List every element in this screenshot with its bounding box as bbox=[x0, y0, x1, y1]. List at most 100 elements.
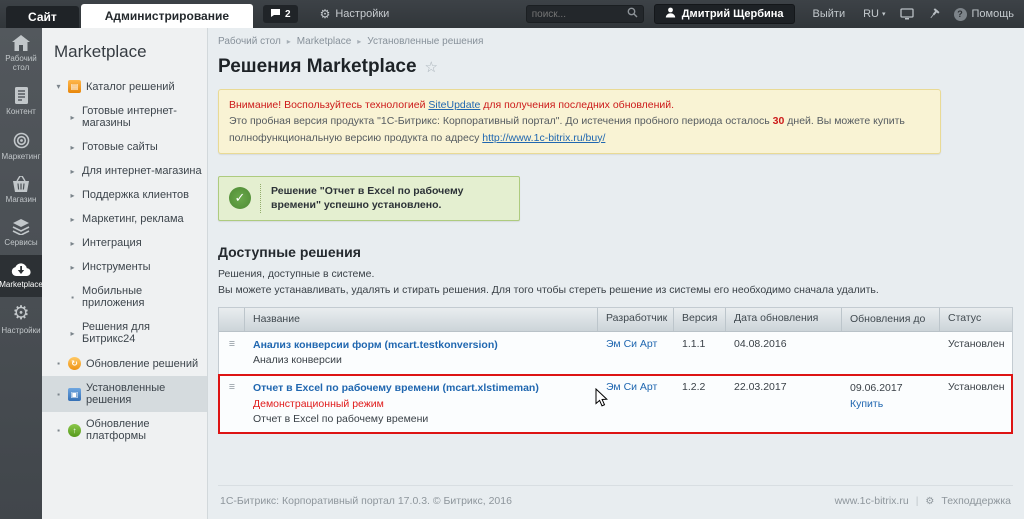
desktop-view-button[interactable] bbox=[899, 8, 914, 20]
basket-icon bbox=[13, 175, 29, 192]
section-description-line2: Вы можете устанавливать, удалять и стира… bbox=[218, 283, 879, 296]
sidebar-item-ready-shops[interactable]: ▸ Готовые интернет-магазины bbox=[42, 99, 207, 135]
sidebar-item-tools[interactable]: ▸ Инструменты bbox=[42, 255, 207, 279]
version-cell: 1.2.2 bbox=[682, 381, 706, 394]
sidebar-item-installed-solutions[interactable]: ▪ ▣ Установленные решения bbox=[42, 376, 207, 412]
sidebar-item-platform-update[interactable]: ▪ ↑ Обновление платформы bbox=[42, 412, 207, 448]
footer-support-link[interactable]: Техподдержка bbox=[941, 495, 1011, 507]
status-cell: Установлен bbox=[948, 337, 1005, 350]
solution-name-cell: Анализ конверсии форм (mcart.testkonvers… bbox=[245, 332, 598, 374]
document-icon bbox=[14, 87, 28, 105]
user-menu-button[interactable]: Дмитрий Щербина bbox=[653, 4, 795, 24]
sidebar-item-mobile-apps[interactable]: ▪ Мобильные приложения bbox=[42, 279, 207, 315]
footer-copyright: 1С-Битрикс: Корпоративный портал 17.0.3.… bbox=[220, 495, 512, 507]
sidebar-item-for-shop[interactable]: ▸ Для интернет-магазина bbox=[42, 159, 207, 183]
tab-administration[interactable]: Администрирование bbox=[80, 4, 254, 28]
solution-subtitle: Анализ конверсии bbox=[253, 354, 342, 367]
favorite-star-icon[interactable]: ☆ bbox=[425, 58, 438, 76]
search-input[interactable] bbox=[531, 8, 627, 20]
breadcrumb-separator-icon: ▸ bbox=[286, 37, 291, 46]
sidebar-item-label: Готовые сайты bbox=[82, 141, 158, 153]
sidebar-item-marketing-ads[interactable]: ▸ Маркетинг, реклама bbox=[42, 207, 207, 231]
sidebar-item-catalog[interactable]: ▾ ▤ Каталог решений bbox=[42, 74, 207, 99]
page-title: Решения Marketplace bbox=[218, 56, 417, 77]
sidebar-item-label: Решения для Битрикс24 bbox=[82, 321, 150, 345]
section-description: Решения, доступные в системе. Вы можете … bbox=[218, 267, 1013, 299]
warning-text: для получения последних обновлений. bbox=[480, 99, 675, 111]
header-updates-until[interactable]: Обновления до bbox=[842, 307, 940, 331]
top-bar: Сайт Администрирование 2 ⚙ Настройки Дми… bbox=[0, 0, 1024, 28]
tab-site[interactable]: Сайт bbox=[6, 6, 79, 28]
language-selector[interactable]: RU ▾ bbox=[863, 8, 885, 20]
header-name[interactable]: Название bbox=[245, 307, 598, 331]
trial-text: Это пробная версия продукта "1С-Битрикс:… bbox=[229, 115, 773, 128]
sidebar-item-solution-updates[interactable]: ▪ ↻ Обновление решений bbox=[42, 351, 207, 376]
breadcrumb-installed-solutions[interactable]: Установленные решения bbox=[367, 36, 483, 47]
developer-link[interactable]: Эм Си Арт bbox=[606, 338, 657, 350]
days-left: 30 bbox=[772, 115, 785, 128]
header-update-date[interactable]: Дата обновления bbox=[726, 307, 842, 331]
notification-bubble-icon bbox=[270, 8, 281, 21]
header-developer[interactable]: Разработчик bbox=[598, 307, 674, 331]
developer-link[interactable]: Эм Си Арт bbox=[606, 381, 657, 393]
target-icon bbox=[13, 132, 29, 148]
title-row: Решения Marketplace ☆ bbox=[218, 56, 1013, 78]
solution-link[interactable]: Анализ конверсии форм (mcart.testkonvers… bbox=[253, 339, 498, 351]
solution-name-cell: Отчет в Excel по рабочему времени (mcart… bbox=[245, 375, 598, 433]
updates-until-date: 09.06.2017 bbox=[850, 382, 903, 395]
notifications-button[interactable]: 2 bbox=[263, 5, 298, 23]
pin-button[interactable] bbox=[928, 8, 940, 20]
sidebar-item-label: Поддержка клиентов bbox=[82, 189, 190, 201]
rail-item-settings[interactable]: ⚙ Настройки bbox=[0, 297, 42, 343]
breadcrumb: Рабочий стол ▸ Marketplace ▸ Установленн… bbox=[218, 36, 1013, 47]
sidebar-item-label: Инструменты bbox=[82, 261, 151, 273]
sidebar-item-label: Обновление решений bbox=[86, 357, 199, 370]
chevron-right-icon: ▸ bbox=[70, 214, 75, 224]
notification-count: 2 bbox=[285, 8, 291, 20]
search-icon[interactable] bbox=[627, 5, 638, 23]
buy-url-link[interactable]: http://www.1c-bitrix.ru/buy/ bbox=[482, 132, 605, 144]
row-menu-icon[interactable]: ≡ bbox=[219, 375, 245, 433]
warning-text: Внимание! Воспользуйтесь технологией bbox=[229, 99, 429, 111]
solution-link[interactable]: Отчет в Excel по рабочему времени (mcart… bbox=[253, 382, 539, 394]
dotted-divider bbox=[260, 183, 261, 214]
rail-item-content[interactable]: Контент bbox=[0, 80, 42, 124]
success-text: Решение "Отчет в Excel по рабочему време… bbox=[271, 184, 464, 212]
siteupdate-link[interactable]: SiteUpdate bbox=[428, 99, 480, 111]
sidebar-item-label: Интеграция bbox=[82, 237, 142, 249]
chevron-right-icon: ▸ bbox=[70, 238, 75, 248]
topbar-settings-button[interactable]: ⚙ Настройки bbox=[320, 7, 390, 21]
breadcrumb-desktop[interactable]: Рабочий стол bbox=[218, 36, 281, 47]
rail-label: Магазин bbox=[5, 194, 37, 204]
rail-item-shop[interactable]: Магазин bbox=[0, 169, 42, 212]
breadcrumb-marketplace[interactable]: Marketplace bbox=[297, 36, 351, 47]
buy-link[interactable]: Купить bbox=[850, 398, 883, 410]
sidebar-menu: Marketplace ▾ ▤ Каталог решений ▸ Готовы… bbox=[42, 28, 208, 519]
rail-item-desktop[interactable]: Рабочий стол bbox=[0, 28, 42, 80]
sidebar-item-label: Обновление платформы bbox=[86, 418, 150, 442]
sidebar-item-client-support[interactable]: ▸ Поддержка клиентов bbox=[42, 183, 207, 207]
sidebar-item-ready-sites[interactable]: ▸ Готовые сайты bbox=[42, 135, 207, 159]
logout-label: Выйти bbox=[812, 8, 846, 20]
developer-cell: Эм Си Арт bbox=[598, 375, 674, 433]
logout-link[interactable]: Выйти bbox=[813, 8, 846, 20]
bullet-icon: ▪ bbox=[57, 389, 60, 399]
rail-label: Контент bbox=[6, 107, 36, 117]
footer-site-link[interactable]: www.1c-bitrix.ru bbox=[835, 495, 909, 507]
sidebar-item-integration[interactable]: ▸ Интеграция bbox=[42, 231, 207, 255]
layers-icon bbox=[12, 218, 30, 235]
rail-item-marketplace[interactable]: Marketplace bbox=[0, 255, 43, 298]
row-menu-icon[interactable]: ≡ bbox=[219, 332, 245, 374]
monitor-icon bbox=[899, 8, 914, 20]
header-status[interactable]: Статус bbox=[940, 308, 1012, 331]
catalog-icon: ▤ bbox=[68, 80, 81, 93]
rail-item-services[interactable]: Сервисы bbox=[0, 212, 42, 255]
rail-item-marketing[interactable]: Маркетинг bbox=[0, 125, 42, 169]
help-button[interactable]: ? Помощь bbox=[953, 7, 1014, 21]
sidebar-item-bitrix24-solutions[interactable]: ▸ Решения для Битрикс24 bbox=[42, 315, 207, 351]
updates-until-cell bbox=[842, 332, 940, 374]
search-box[interactable] bbox=[525, 5, 644, 23]
content-area: Рабочий стол ▸ Marketplace ▸ Установленн… bbox=[208, 28, 1024, 519]
header-version[interactable]: Версия bbox=[674, 307, 726, 331]
sidebar-item-label: Готовые интернет-магазины bbox=[82, 105, 177, 129]
